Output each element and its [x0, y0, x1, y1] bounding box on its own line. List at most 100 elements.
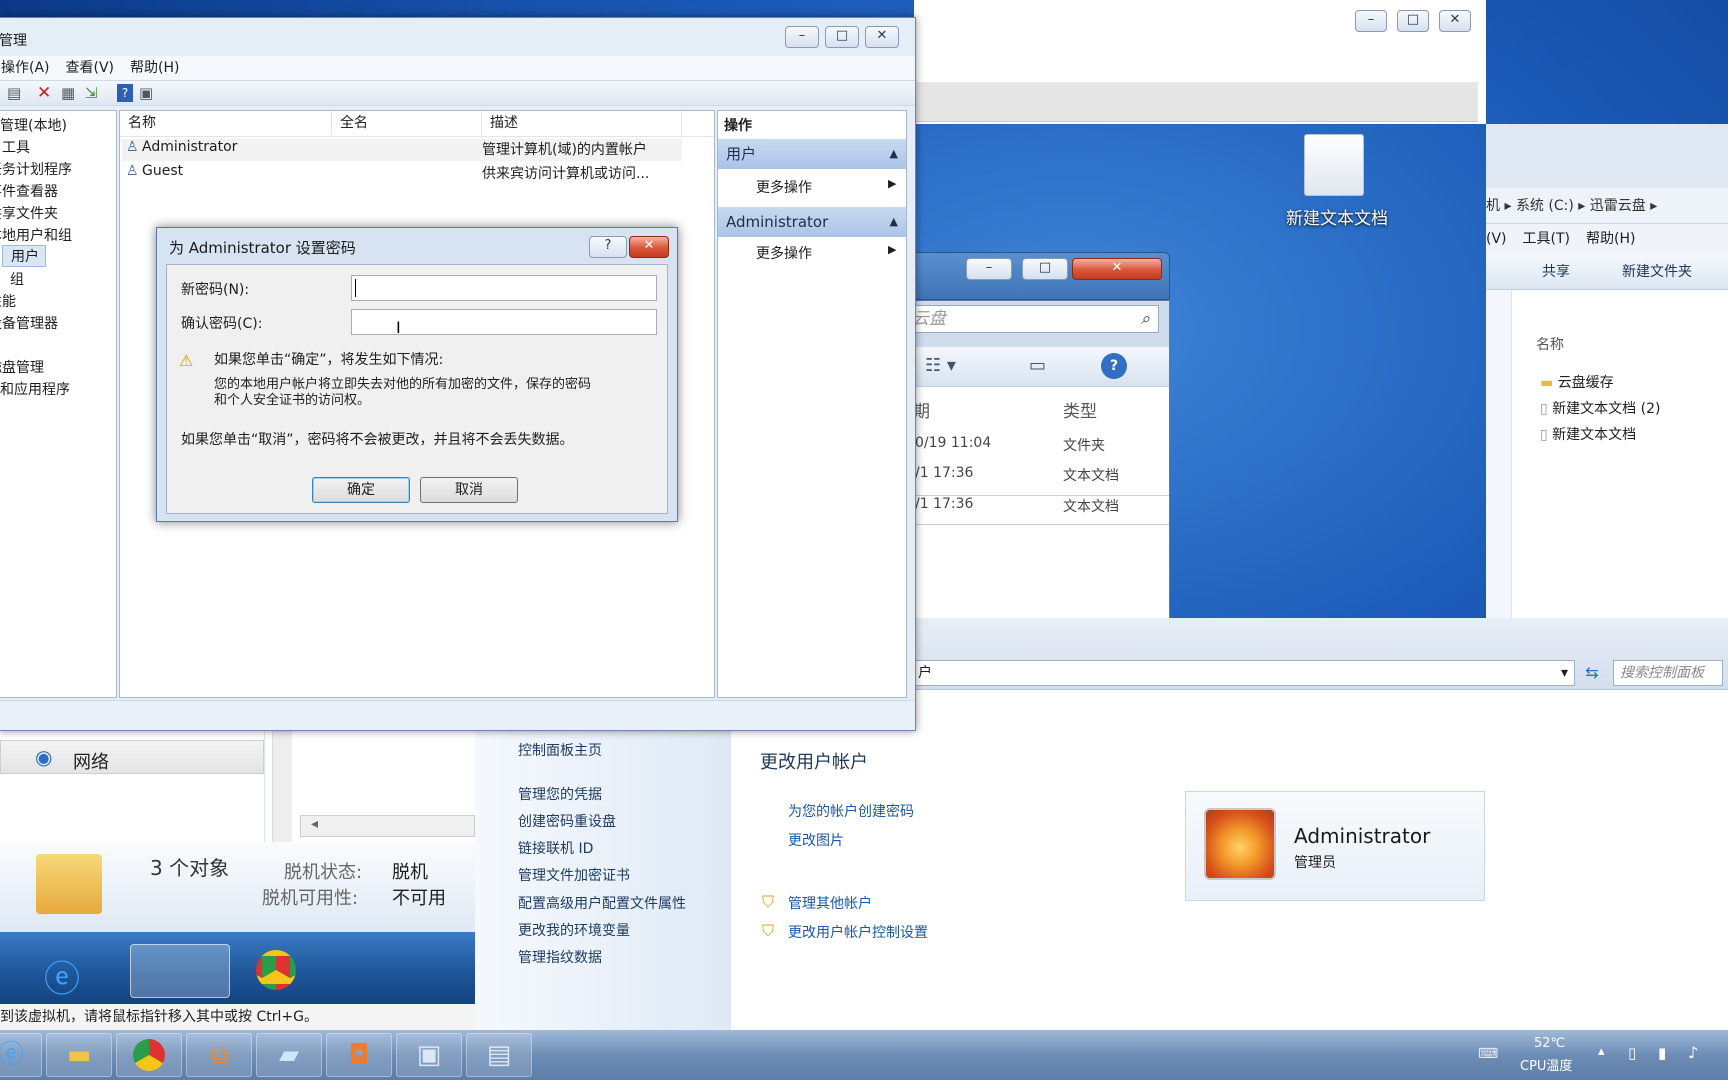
tree-item[interactable]: 组 — [10, 269, 24, 289]
tree-item[interactable]: 共享文件夹 — [0, 203, 58, 223]
help-button[interactable]: ? — [589, 236, 627, 258]
tree-item[interactable]: 任务计划程序 — [0, 159, 72, 179]
power-icon[interactable]: ▯ — [1628, 1044, 1636, 1062]
search-icon[interactable]: ⌕ — [1140, 306, 1150, 332]
tree-item[interactable]: 磁盘管理 — [0, 357, 44, 377]
collapse-icon[interactable]: ▲ — [890, 139, 898, 169]
keyboard-icon[interactable]: ⌨ — [1478, 1046, 1498, 1062]
close-button[interactable]: ✕ — [1439, 10, 1471, 32]
table-row[interactable]: ♙ Administrator 管理计算机(域)的内置帐户 — [122, 139, 682, 161]
delete-icon[interactable]: ✕ — [37, 83, 51, 103]
close-button[interactable]: ✕ — [629, 236, 669, 258]
collapse-icon[interactable]: ▲ — [890, 207, 898, 237]
avatar[interactable] — [1204, 808, 1276, 880]
cancel-button[interactable]: 取消 — [420, 477, 518, 503]
menu-help[interactable]: 帮助(H) — [1586, 231, 1635, 247]
column-type[interactable]: 类型 — [1063, 397, 1097, 422]
menu-tools[interactable]: 工具(T) — [1523, 231, 1570, 247]
more-actions[interactable]: 更多操作 — [756, 177, 812, 197]
help-icon[interactable]: ? — [117, 84, 133, 102]
create-password-link[interactable]: 为您的帐户创建密码 — [788, 801, 914, 821]
share-button[interactable]: 共享 — [1542, 254, 1570, 290]
search-input[interactable]: 云盘 ⌕ — [907, 305, 1159, 333]
minimize-button[interactable]: – — [785, 26, 819, 48]
nav-link[interactable]: 管理您的凭据 — [518, 784, 602, 804]
menu-action[interactable]: 操作(A) — [1, 60, 50, 76]
refresh-icon[interactable]: ⇆ — [1579, 660, 1605, 686]
chevron-down-icon[interactable]: ▾ — [1561, 661, 1568, 685]
table-row[interactable]: /1 17:36 文本文档 — [907, 465, 1169, 495]
nav-link[interactable]: 控制面板主页 — [518, 740, 602, 760]
change-picture-link[interactable]: 更改图片 — [788, 830, 844, 850]
list-icon[interactable]: ▦ — [61, 84, 75, 102]
nav-link[interactable]: 管理文件加密证书 — [518, 865, 630, 885]
tree-item[interactable]: 工具 — [2, 137, 30, 157]
nav-link[interactable]: 链接联机 ID — [518, 838, 593, 858]
actions-section-administrator[interactable]: Administrator ▲ — [718, 207, 906, 237]
actions-section-users[interactable]: 用户 ▲ — [718, 139, 906, 169]
help-icon[interactable]: ? — [1101, 353, 1127, 379]
manage-accounts-link[interactable]: 管理其他帐户 — [788, 893, 872, 913]
maximize-button[interactable]: □ — [1022, 258, 1068, 280]
nav-link[interactable]: 配置高级用户配置文件属性 — [518, 893, 686, 913]
maximize-button[interactable]: □ — [1397, 10, 1429, 32]
text-file-icon[interactable] — [1304, 134, 1364, 196]
menu-help[interactable]: 帮助(H) — [130, 60, 179, 76]
tray-expand-icon[interactable]: ▴ — [1598, 1044, 1605, 1059]
tree-item[interactable]: 本地用户和组 — [0, 225, 72, 245]
network-tray-icon[interactable]: ▮ — [1658, 1044, 1666, 1062]
desktop-icon-label[interactable]: 新建文本文档 — [1262, 204, 1412, 229]
menu-view[interactable]: 查看(V) — [66, 60, 115, 76]
scrollbar[interactable] — [272, 730, 292, 842]
table-row[interactable]: ♙ Guest 供来宾访问计算机或访问... — [122, 163, 682, 185]
close-button[interactable]: ✕ — [1072, 258, 1162, 280]
ie-icon[interactable]: ⓔ — [44, 950, 80, 1002]
tree-item[interactable]: 管理(本地) — [0, 115, 67, 135]
minimize-button[interactable]: – — [1355, 10, 1387, 32]
table-row[interactable]: /1 17:36 文本文档 — [907, 495, 1169, 525]
column-name[interactable]: 名称 — [1536, 334, 1564, 354]
image-viewer-icon[interactable]: ◘ — [326, 1033, 392, 1077]
new-password-field[interactable] — [351, 275, 657, 301]
horizontal-scrollbar[interactable]: ◂ — [300, 815, 475, 837]
menu-view[interactable]: (V) — [1486, 231, 1507, 247]
tree-item[interactable]: 事件查看器 — [0, 181, 58, 201]
minimize-button[interactable]: – — [966, 258, 1012, 280]
list-item[interactable]: ▯ 新建文本文档 (2) — [1540, 398, 1660, 418]
search-input[interactable]: 搜索控制面板 — [1613, 660, 1723, 686]
nav-link[interactable]: 更改我的环境变量 — [518, 920, 630, 940]
control-panel-icon[interactable]: ▤ — [466, 1033, 532, 1077]
address-bar[interactable]: 户 ▾ — [915, 660, 1575, 686]
ie-icon[interactable]: ⓔ — [0, 1033, 42, 1077]
nav-link[interactable]: 创建密码重设盘 — [518, 811, 616, 831]
chrome-icon[interactable] — [256, 950, 296, 990]
list-item[interactable]: ▬ 云盘缓存 — [1540, 372, 1614, 392]
maximize-button[interactable]: □ — [825, 26, 859, 48]
preview-pane-icon[interactable]: ▭ — [1029, 355, 1046, 376]
explorer-task[interactable] — [130, 944, 230, 998]
notepad-icon[interactable]: ▰ — [256, 1033, 322, 1077]
nav-item-network[interactable]: ◉ 网络 — [0, 740, 264, 774]
table-row[interactable]: 0/19 11:04 文件夹 — [907, 435, 1169, 465]
show-pane-icon[interactable]: ▣ — [139, 84, 153, 102]
vmware-icon[interactable]: ⧉ — [186, 1033, 252, 1077]
volume-icon[interactable]: ♪ — [1688, 1043, 1698, 1062]
column-description[interactable]: 描述 — [482, 111, 682, 135]
more-actions[interactable]: 更多操作 — [756, 243, 812, 263]
ok-button[interactable]: 确定 — [312, 477, 410, 503]
close-button[interactable]: ✕ — [865, 26, 899, 48]
tree-item[interactable]: 和应用程序 — [0, 379, 70, 399]
tree-item[interactable]: 性能 — [0, 291, 16, 311]
explorer-icon[interactable]: ▬ — [46, 1033, 112, 1077]
new-folder-button[interactable]: 新建文件夹 — [1622, 254, 1692, 290]
column-fullname[interactable]: 全名 — [332, 111, 482, 135]
uac-settings-link[interactable]: 更改用户帐户控制设置 — [788, 922, 928, 942]
tree-item[interactable]: 设备管理器 — [0, 313, 58, 333]
list-item[interactable]: ▯ 新建文本文档 — [1540, 424, 1636, 444]
chrome-icon[interactable] — [116, 1033, 182, 1077]
column-name[interactable]: 名称 — [120, 111, 332, 135]
computer-management-icon[interactable]: ▣ — [396, 1033, 462, 1077]
nav-link[interactable]: 管理指纹数据 — [518, 947, 602, 967]
breadcrumb[interactable]: 机 ▸ 系统 (C:) ▸ 迅雷云盘 ▸ — [1486, 188, 1728, 224]
view-icon[interactable]: ☷ ▾ — [925, 355, 956, 376]
